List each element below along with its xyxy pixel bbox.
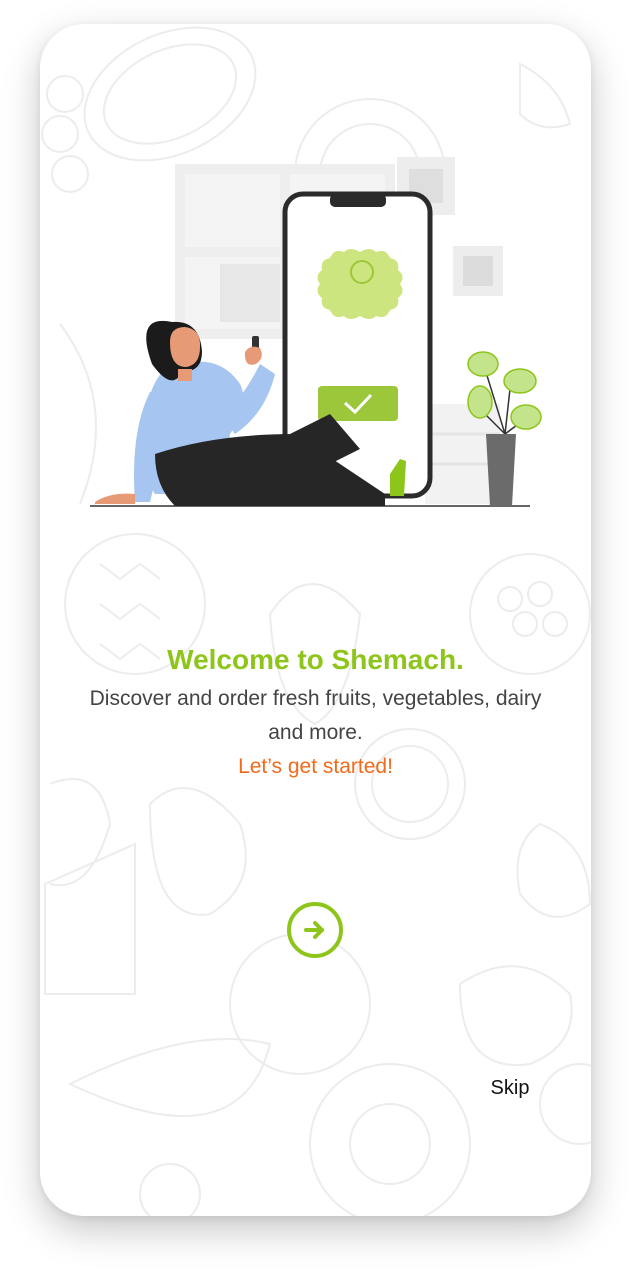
hero-illustration	[90, 157, 542, 507]
phone-screen: Welcome to Shemach. Discover and order f…	[40, 24, 591, 1216]
welcome-description: Discover and order fresh fruits, vegetab…	[89, 687, 542, 744]
arrow-right-circle-icon	[304, 921, 324, 939]
next-button[interactable]	[287, 902, 343, 958]
skip-button[interactable]: Skip	[470, 1077, 550, 1100]
welcome-title: Welcome to Shemach.	[167, 644, 464, 675]
get-started-text: Let’s get started!	[238, 755, 393, 778]
